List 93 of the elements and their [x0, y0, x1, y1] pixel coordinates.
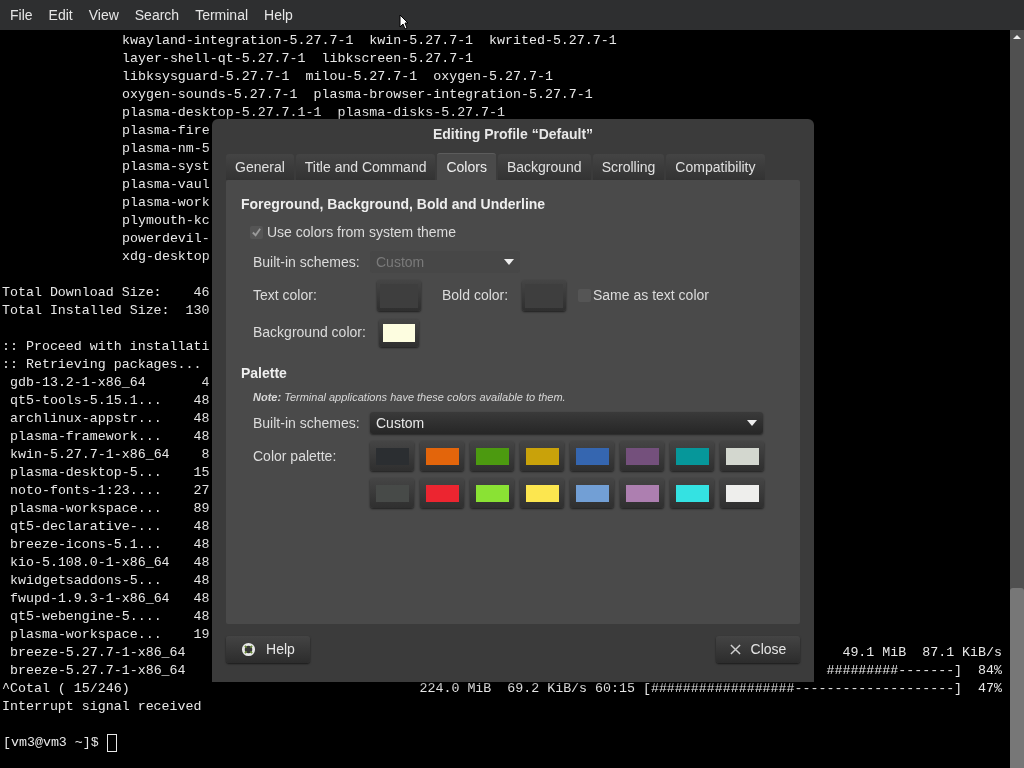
terminal-line: qt5-webengine-5.... 48 [10, 608, 210, 626]
terminal-line: powerdevil- [122, 230, 210, 248]
checkbox[interactable] [250, 225, 263, 239]
field-label: Bold color: [442, 286, 510, 305]
terminal-line: kwidgetsaddons-5... 48 [10, 572, 210, 590]
tab[interactable]: Title and Command [295, 154, 436, 180]
terminal-line: kio-5.108.0-1-x86_64 48 [10, 554, 210, 572]
terminal-line: plasma-workspace... 19 [10, 626, 210, 644]
color-button[interactable] [570, 478, 614, 508]
terminal-line: plasma-workspace... 89 [10, 500, 210, 518]
menu-item[interactable]: Search [126, 4, 188, 26]
caret-icon [747, 420, 757, 426]
lifebuoy-icon [241, 642, 257, 657]
checkbox-label: Same as text color [593, 286, 709, 305]
color-button[interactable] [370, 441, 414, 471]
terminal-line: plasma-framework... 48 [10, 428, 210, 446]
color-button[interactable] [470, 478, 514, 508]
terminal-line: Interrupt signal received [2, 698, 202, 716]
text-cursor [106, 734, 117, 752]
field-label: Color palette: [253, 447, 338, 464]
terminal-line: :: Retrieving packages... [2, 356, 202, 374]
terminal-line: kwin-5.27.7-1-x86_64 8 [10, 446, 210, 464]
color-button[interactable] [570, 441, 614, 471]
terminal-line: libksysguard-5.27.7-1 milou-5.27.7-1 oxygen-5.27.7-1 [122, 68, 553, 86]
field-label: Built-in schemes: [253, 413, 361, 433]
close-button[interactable]: Close [716, 636, 800, 663]
tab[interactable]: General [226, 154, 294, 180]
dialog-title: Editing Profile “Default” [431, 125, 595, 144]
cursor-icon [399, 14, 409, 30]
terminal-line: breeze-5.27.7-1-x86_64 [10, 644, 186, 662]
color-button[interactable] [670, 441, 714, 471]
scheme-dropdown[interactable]: Custom [370, 412, 763, 434]
terminal-line: breeze-icons-5.1... 48 [10, 536, 210, 554]
tab[interactable]: Compatibility [666, 154, 765, 180]
terminal-line: xdg-desktop [122, 248, 210, 266]
menu-item[interactable]: File [2, 4, 41, 26]
terminal-line: qt5-declarative-... 48 [10, 518, 210, 536]
terminal-line: Total Download Size: 46 [2, 284, 210, 302]
terminal-line: noto-fonts-1:23.... 27 [10, 482, 210, 500]
terminal-line: qt5-tools-5.15.1... 48 [10, 392, 210, 410]
tab[interactable]: Colors [437, 153, 496, 180]
terminal-line: #########-------] 84% [826, 662, 1002, 680]
color-button[interactable] [620, 441, 664, 471]
terminal-line: layer-shell-qt-5.27.7-1 libkscreen-5.27.7-1 [122, 50, 474, 68]
color-button[interactable] [420, 441, 464, 471]
terminal-line: 224.0 MiB 69.2 KiB/s 60:15 [##################--------------------] 47% [419, 680, 1002, 698]
menu-item[interactable]: Help [256, 4, 301, 26]
terminal-line: fwupd-1.9.3-1-x86_64 48 [10, 590, 210, 608]
terminal-line: breeze-5.27.7-1-x86_64 [10, 662, 186, 680]
tab[interactable]: Background [497, 154, 591, 180]
menu-item[interactable]: Terminal [187, 4, 257, 26]
field-label: Text color: [253, 286, 318, 305]
color-button[interactable] [420, 478, 464, 508]
tab[interactable]: Scrolling [592, 154, 665, 180]
terminal-line: plasma-desktop-5... 15 [10, 464, 210, 482]
terminal-line: 49.1 MiB 87.1 KiB/s [842, 644, 1002, 662]
color-button[interactable] [520, 441, 564, 471]
terminal-line: gdb-13.2-1-x86_64 4 [10, 374, 210, 392]
terminal-line: plasma-vaul [122, 176, 210, 194]
shell-prompt: [vm3@vm3 ~]$ [3, 734, 99, 752]
help-button[interactable]: Help [226, 636, 310, 663]
terminal-line: kwayland-integration-5.27.7-1 kwin-5.27.7-1 kwrited-5.27.7-1 [122, 32, 617, 50]
terminal-line: ^Cotal ( 15/246) [2, 680, 130, 698]
scrollbar-thumb[interactable] [1010, 588, 1024, 768]
terminal-line: plymouth-kc [122, 212, 210, 230]
terminal-line: plasma-fire [122, 122, 210, 140]
color-button[interactable] [720, 478, 764, 508]
note-text: Note: Terminal applications have these colors available to them. [252, 390, 567, 405]
terminal-line: plasma-syst [122, 158, 210, 176]
caret-icon [504, 259, 514, 265]
terminal-line: archlinux-appstr... 48 [10, 410, 210, 428]
checkbox-label: Use colors from system theme [267, 222, 457, 242]
color-button[interactable] [520, 478, 564, 508]
section-heading: Palette [241, 364, 288, 383]
color-button[interactable] [379, 318, 419, 347]
menu-item[interactable]: View [80, 4, 127, 26]
terminal-line: plasma-work [122, 194, 210, 212]
terminal-line: plasma-desktop-5.27.7.1-1 plasma-disks-5.27.7-1 [122, 104, 505, 122]
terminal-line: plasma-nm-5 [122, 140, 210, 158]
color-button[interactable] [670, 478, 714, 508]
menu-item[interactable]: Edit [40, 4, 81, 26]
terminal-line: Total Installed Size: 130 [2, 302, 210, 320]
section-heading: Foreground, Background, Bold and Underline [241, 195, 547, 214]
close-icon [729, 644, 741, 655]
field-label: Built-in schemes: [253, 252, 361, 272]
scrollbar[interactable] [1010, 30, 1024, 768]
field-label: Background color: [253, 323, 367, 342]
terminal-line: oxygen-sounds-5.27.7-1 plasma-browser-integration-5.27.7-1 [122, 86, 593, 104]
color-button[interactable] [720, 441, 764, 471]
color-button[interactable] [470, 441, 514, 471]
terminal-line: :: Proceed with installati [2, 338, 210, 356]
color-button[interactable] [370, 478, 414, 508]
color-button[interactable] [620, 478, 664, 508]
